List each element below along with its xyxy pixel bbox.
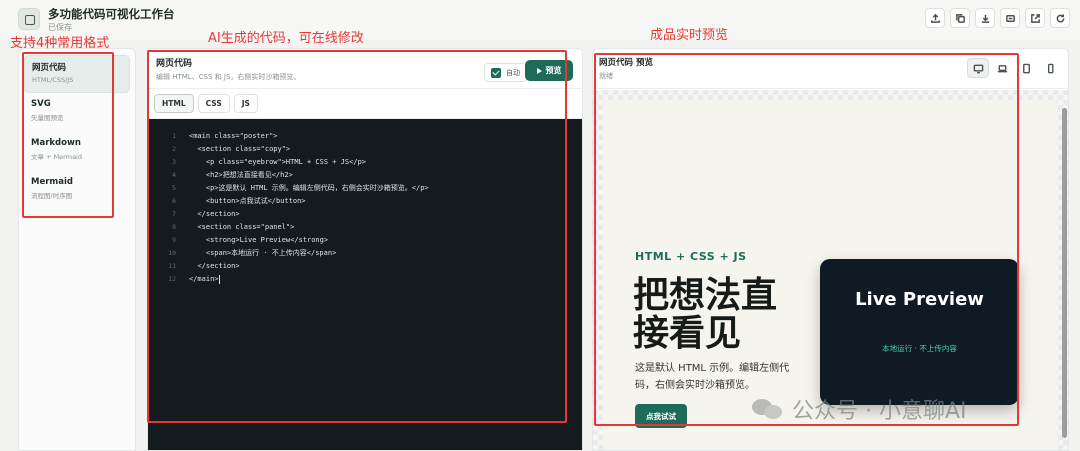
watermark: 公众号 · 小意聊AI: [752, 393, 967, 425]
upload-icon[interactable]: [925, 8, 945, 28]
download-icon[interactable]: [975, 8, 995, 28]
preview-annotation: 成品实时预览: [650, 28, 729, 43]
top-bar: 多功能代码可视化工作台 已保存: [0, 0, 1080, 40]
formats-annotation: 支持4种常用格式: [10, 36, 110, 51]
preview-highlight-box: [594, 53, 1019, 426]
image-export-icon[interactable]: [1000, 8, 1020, 28]
wechat-icon: [752, 397, 786, 421]
phone-icon[interactable]: [1039, 58, 1061, 78]
preview-scrollbar[interactable]: [1062, 108, 1067, 438]
refresh-icon[interactable]: [1050, 8, 1070, 28]
editor-annotation: AI生成的代码，可在线修改: [208, 31, 364, 46]
formats-highlight-box: [22, 52, 114, 218]
top-actions: [925, 8, 1070, 28]
app-title: 多功能代码可视化工作台: [48, 7, 175, 21]
watermark-text: 公众号 · 小意聊AI: [792, 399, 967, 424]
copy-icon[interactable]: [950, 8, 970, 28]
external-open-icon[interactable]: [1025, 8, 1045, 28]
app-logo-icon: [18, 8, 40, 30]
editor-highlight-box: [147, 50, 567, 423]
